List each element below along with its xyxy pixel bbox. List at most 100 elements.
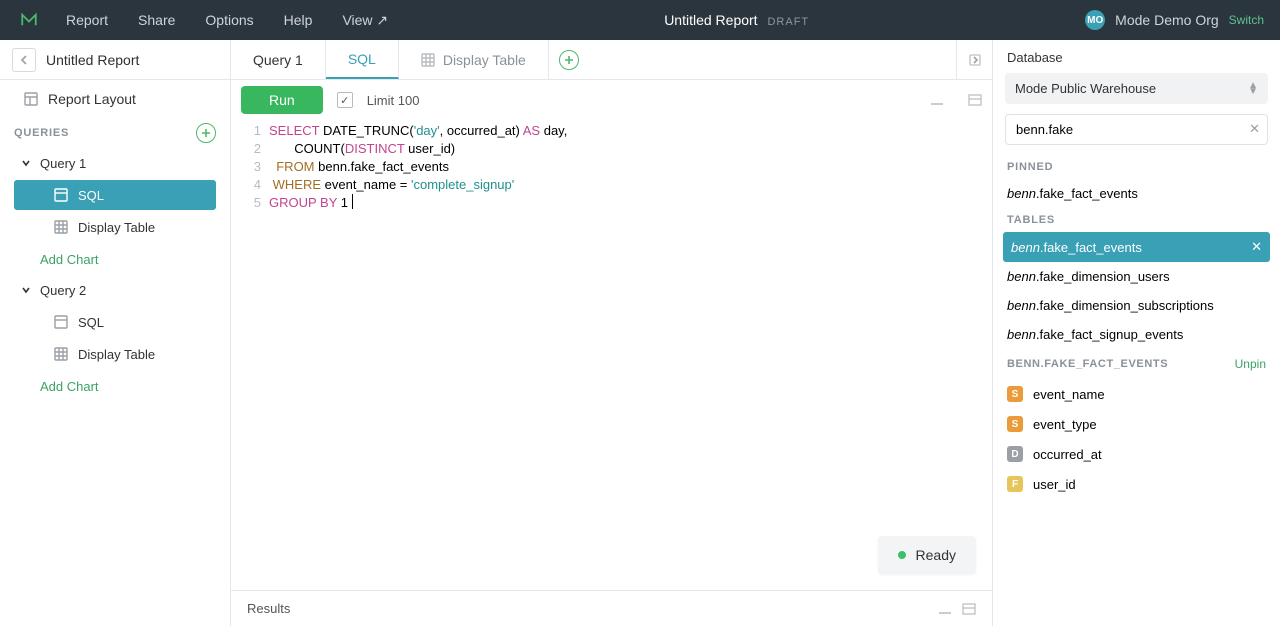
code-line[interactable]: WHERE event_name = 'complete_signup'	[269, 176, 992, 194]
line-gutter: 12345	[231, 120, 269, 590]
query-row[interactable]: Query 2	[0, 275, 230, 305]
table-item[interactable]: benn.fake_fact_events	[993, 179, 1280, 208]
results-label: Results	[247, 601, 290, 616]
code-line[interactable]: SELECT DATE_TRUNC('day', occurred_at) AS…	[269, 122, 992, 140]
menu-view[interactable]: View ↗	[342, 12, 388, 29]
plus-icon	[564, 55, 574, 65]
table-icon	[421, 53, 435, 67]
menu-report[interactable]: Report	[66, 12, 108, 29]
column-item[interactable]: Doccurred_at	[993, 439, 1280, 469]
draft-badge: DRAFT	[767, 16, 809, 28]
report-title-area: Untitled Report DRAFT	[388, 12, 1085, 28]
query-item-sql[interactable]: SQL	[14, 307, 216, 337]
column-name: occurred_at	[1033, 447, 1102, 462]
back-button[interactable]	[12, 48, 36, 72]
schema-panel: Database Mode Public Warehouse ▲▼ ✕ PINN…	[992, 40, 1280, 626]
chevron-down-icon	[20, 284, 32, 296]
tab-label: Display Table	[443, 52, 526, 68]
column-name: event_type	[1033, 417, 1097, 432]
query-row[interactable]: Query 1	[0, 148, 230, 178]
add-chart-button[interactable]: Add Chart	[0, 371, 230, 402]
query-item-display-table[interactable]: Display Table	[14, 212, 216, 242]
close-icon[interactable]: ✕	[1251, 239, 1262, 255]
run-button[interactable]: Run	[241, 86, 323, 114]
code-area[interactable]: SELECT DATE_TRUNC('day', occurred_at) AS…	[269, 120, 992, 590]
org-avatar[interactable]: MO	[1085, 10, 1105, 30]
code-line[interactable]: COUNT(DISTINCT user_id)	[269, 140, 992, 158]
query-item-display-table[interactable]: Display Table	[14, 339, 216, 369]
status-text: Ready	[916, 546, 956, 564]
report-layout-row[interactable]: Report Layout	[0, 80, 230, 118]
type-badge: D	[1007, 446, 1023, 462]
chevron-down-icon	[20, 157, 32, 169]
tab-display-table[interactable]: Display Table	[399, 40, 549, 79]
limit-checkbox[interactable]: ✓	[337, 92, 353, 108]
table-icon	[54, 220, 68, 234]
database-value: Mode Public Warehouse	[1015, 81, 1156, 96]
query-name: Query 1	[40, 156, 86, 171]
table-item[interactable]: benn.fake_fact_events✕	[1003, 232, 1270, 262]
query-item-sql[interactable]: SQL	[14, 180, 216, 210]
unpin-link[interactable]: Unpin	[1235, 357, 1266, 371]
column-item[interactable]: Sevent_type	[993, 409, 1280, 439]
status-chip: Ready	[878, 536, 976, 574]
add-tab-button[interactable]	[549, 40, 589, 79]
clear-search-button[interactable]: ✕	[1249, 121, 1260, 137]
sql-icon	[54, 315, 68, 329]
code-line[interactable]: FROM benn.fake_fact_events	[269, 158, 992, 176]
sql-editor[interactable]: 12345 SELECT DATE_TRUNC('day', occurred_…	[231, 120, 992, 590]
type-badge: F	[1007, 476, 1023, 492]
table-item[interactable]: benn.fake_fact_signup_events	[993, 320, 1280, 349]
org-area: MO Mode Demo Org Switch	[1085, 10, 1280, 30]
plus-icon	[201, 128, 211, 138]
results-bar[interactable]: Results	[231, 590, 992, 626]
add-query-button[interactable]	[196, 123, 216, 143]
tab-label: SQL	[348, 51, 376, 67]
table-item[interactable]: benn.fake_dimension_users	[993, 262, 1280, 291]
topbar: Report Share Options Help View ↗ Untitle…	[0, 0, 1280, 40]
queries-header: QUERIES	[0, 118, 230, 148]
sidebar-title-row: Untitled Report	[0, 40, 230, 80]
panel-icon[interactable]	[968, 94, 982, 106]
query-name: Query 2	[40, 283, 86, 298]
table-item[interactable]: benn.fake_dimension_subscriptions	[993, 291, 1280, 320]
tab-query-1[interactable]: Query 1	[231, 40, 326, 79]
mode-logo-icon	[20, 11, 38, 29]
tab-sql[interactable]: SQL	[326, 40, 399, 79]
panel-icon[interactable]	[962, 603, 976, 615]
type-badge: S	[1007, 386, 1023, 402]
column-item[interactable]: Fuser_id	[993, 469, 1280, 499]
database-label: Database	[993, 40, 1280, 69]
type-badge: S	[1007, 416, 1023, 432]
limit-label: Limit 100	[367, 93, 420, 108]
tab-label: Query 1	[253, 52, 303, 68]
columns-table-name: BENN.FAKE_FACT_EVENTS	[1007, 358, 1168, 370]
column-name: event_name	[1033, 387, 1105, 402]
status-dot-icon	[898, 551, 906, 559]
table-search: ✕	[1005, 114, 1268, 145]
minimize-icon[interactable]	[930, 95, 944, 105]
query-item-label: Display Table	[78, 220, 155, 235]
columns-header: BENN.FAKE_FACT_EVENTS Unpin	[993, 349, 1280, 375]
menu-help[interactable]: Help	[284, 12, 313, 29]
report-title[interactable]: Untitled Report	[664, 12, 757, 28]
sidebar-title: Untitled Report	[46, 52, 139, 68]
table-search-input[interactable]	[1005, 114, 1268, 145]
code-line[interactable]: GROUP BY 1	[269, 194, 992, 212]
switch-org-link[interactable]: Switch	[1229, 13, 1264, 27]
menu-options[interactable]: Options	[205, 12, 253, 29]
layout-icon	[24, 92, 38, 106]
org-name[interactable]: Mode Demo Org	[1115, 12, 1218, 28]
main: Query 1 SQL Display Table Run ✓ Limit 100	[231, 40, 992, 626]
database-select[interactable]: Mode Public Warehouse ▲▼	[1005, 73, 1268, 104]
logo[interactable]	[0, 11, 58, 29]
editor-tabs: Query 1 SQL Display Table	[231, 40, 992, 80]
column-item[interactable]: Sevent_name	[993, 379, 1280, 409]
updown-icon: ▲▼	[1248, 83, 1258, 95]
pinned-label: PINNED	[993, 155, 1280, 179]
menu-share[interactable]: Share	[138, 12, 175, 29]
add-chart-button[interactable]: Add Chart	[0, 244, 230, 275]
minimize-icon[interactable]	[938, 604, 952, 614]
query-item-label: Display Table	[78, 347, 155, 362]
toggle-panel-button[interactable]	[956, 40, 992, 79]
